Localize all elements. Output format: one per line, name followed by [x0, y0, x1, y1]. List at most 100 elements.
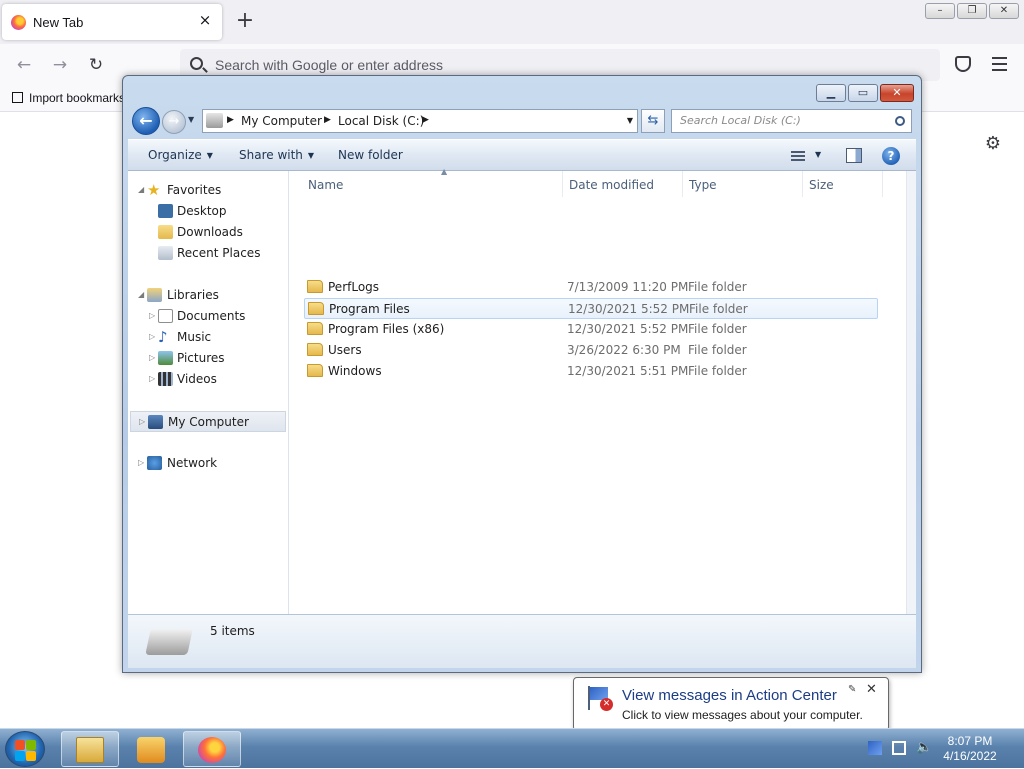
forward-button[interactable]: →: [162, 110, 186, 134]
pictures-icon: [158, 351, 173, 365]
nav-documents[interactable]: ▷ Documents: [128, 306, 288, 327]
sort-ascending-icon: ▲: [441, 167, 448, 176]
volume-icon[interactable]: 🔈: [916, 741, 932, 755]
videos-icon: [158, 372, 173, 386]
forward-arrow-icon[interactable]: →: [48, 53, 72, 77]
pin-icon[interactable]: ✎: [848, 684, 856, 695]
music-note-icon: ♪: [158, 328, 168, 346]
nav-music[interactable]: ▷ ♪ Music: [128, 327, 288, 348]
column-header-type[interactable]: Type: [683, 171, 803, 197]
explorer-window: ▁ ▭ ✕ ← → ▼ ▶ My Computer ▶ Local Disk (…: [122, 75, 922, 673]
nav-favorites[interactable]: ◢ ★ Favorites: [128, 180, 288, 201]
tab-title: New Tab: [33, 15, 84, 30]
recent-places-icon: [158, 246, 173, 260]
column-header-size[interactable]: Size: [803, 171, 883, 197]
change-view-icon[interactable]: [791, 149, 807, 163]
documents-icon: [158, 309, 173, 323]
breadcrumb-separator-icon[interactable]: ▶: [227, 115, 234, 125]
view-dropdown-icon[interactable]: ▼: [815, 150, 821, 159]
nav-pictures[interactable]: ▷ Pictures: [128, 348, 288, 369]
start-button[interactable]: [5, 731, 45, 767]
gear-icon[interactable]: ⚙: [984, 135, 1002, 153]
nav-downloads[interactable]: Downloads: [128, 222, 288, 243]
action-center-notification[interactable]: ✕ View messages in Action Center Click t…: [573, 677, 889, 731]
url-placeholder: Search with Google or enter address: [215, 57, 444, 73]
nav-desktop[interactable]: Desktop: [128, 201, 288, 222]
action-center-tray-icon[interactable]: [868, 741, 882, 755]
vertical-scrollbar[interactable]: [906, 171, 916, 614]
details-pane: 5 items: [128, 614, 916, 668]
folder-icon: [307, 343, 323, 356]
preview-pane-icon[interactable]: [846, 148, 862, 163]
clock-time: 8:07 PM: [947, 734, 993, 748]
action-center-flag-icon: ✕: [586, 686, 613, 711]
nav-network[interactable]: ▷ Network: [128, 453, 288, 474]
file-row[interactable]: PerfLogs 7/13/2009 11:20 PM File folder: [304, 277, 878, 298]
hamburger-menu-icon[interactable]: [992, 57, 1007, 71]
explorer-folder-icon: [76, 737, 104, 763]
share-with-button[interactable]: Share with ▼: [239, 148, 314, 162]
desktop-icon: [158, 204, 173, 218]
taskbar-media-player-button[interactable]: [122, 731, 180, 767]
column-header-name[interactable]: Name ▲: [302, 167, 563, 197]
notification-title[interactable]: View messages in Action Center: [622, 687, 837, 704]
file-row[interactable]: Program Files (x86) 12/30/2021 5:52 PM F…: [304, 319, 878, 340]
refresh-icon[interactable]: ⇆: [641, 109, 665, 133]
firefox-icon: [198, 737, 226, 763]
address-dropdown-icon[interactable]: ▼: [627, 116, 633, 125]
browser-close-button[interactable]: ✕: [989, 3, 1019, 19]
folder-icon: [307, 322, 323, 335]
import-bookmarks-link[interactable]: Import bookmarks...: [12, 91, 135, 105]
back-arrow-icon[interactable]: ←: [12, 53, 36, 77]
nav-recent-places[interactable]: Recent Places: [128, 243, 288, 264]
nav-libraries[interactable]: ◢ Libraries: [128, 285, 288, 306]
notification-close-icon[interactable]: ✕: [866, 682, 877, 697]
back-button[interactable]: ←: [132, 107, 160, 135]
explorer-body: ◢ ★ Favorites Desktop Downloads Recent P…: [128, 167, 916, 614]
column-header-date-modified[interactable]: Date modified: [563, 171, 683, 197]
new-folder-button[interactable]: New folder: [338, 148, 403, 162]
item-count: 5 items: [210, 624, 255, 638]
reload-icon[interactable]: ↻: [84, 53, 108, 77]
nav-my-computer[interactable]: ▷ My Computer: [130, 411, 286, 432]
organize-button[interactable]: Organize ▼: [148, 148, 213, 162]
command-bar: Organize ▼ Share with ▼ New folder ▼ ?: [128, 139, 916, 171]
clock-date: 4/16/2022: [943, 749, 997, 763]
nav-videos[interactable]: ▷ Videos: [128, 369, 288, 390]
star-icon: ★: [147, 181, 161, 199]
explorer-maximize-button[interactable]: ▭: [848, 84, 878, 102]
network-tray-icon[interactable]: [892, 741, 906, 755]
downloads-folder-icon: [158, 225, 173, 239]
new-tab-button[interactable]: +: [234, 9, 256, 33]
notification-subtitle: Click to view messages about your comput…: [622, 708, 863, 722]
file-row[interactable]: Users 3/26/2022 6:30 PM File folder: [304, 340, 878, 361]
computer-icon: [206, 113, 223, 128]
clock[interactable]: 8:07 PM 4/16/2022: [930, 734, 1010, 764]
browser-tab-bar: New Tab × + – ❐ ✕: [0, 0, 1024, 44]
file-row[interactable]: Windows 12/30/2021 5:51 PM File folder: [304, 361, 878, 382]
folder-icon: [307, 364, 323, 377]
tab-close-icon[interactable]: ×: [197, 12, 213, 28]
pocket-icon[interactable]: [955, 56, 971, 72]
browser-minimize-button[interactable]: –: [925, 3, 955, 19]
help-icon[interactable]: ?: [882, 147, 900, 165]
breadcrumb-my-computer[interactable]: My Computer: [241, 114, 322, 128]
explorer-minimize-button[interactable]: ▁: [816, 84, 846, 102]
explorer-close-button[interactable]: ✕: [880, 84, 914, 102]
address-bar[interactable]: ▶ My Computer ▶ Local Disk (C:) ▶ ▼: [202, 109, 638, 133]
browser-restore-button[interactable]: ❐: [957, 3, 987, 19]
folder-icon: [307, 280, 323, 293]
browser-tab-new-tab[interactable]: New Tab ×: [2, 4, 222, 40]
taskbar-explorer-button[interactable]: [61, 731, 119, 767]
breadcrumb-separator-icon[interactable]: ▶: [422, 115, 429, 125]
search-icon: [895, 116, 905, 126]
breadcrumb-separator-icon[interactable]: ▶: [324, 115, 331, 125]
history-dropdown-icon[interactable]: ▼: [188, 115, 194, 124]
breadcrumb-local-disk[interactable]: Local Disk (C:): [338, 114, 424, 128]
firefox-favicon-icon: [11, 15, 26, 30]
search-input[interactable]: Search Local Disk (C:): [671, 109, 912, 133]
file-list: Name ▲ Date modified Type Size PerfLogs 7…: [290, 167, 916, 614]
media-player-icon: [137, 737, 165, 763]
file-row[interactable]: Program Files 12/30/2021 5:52 PM File fo…: [304, 298, 878, 319]
taskbar-firefox-button[interactable]: [183, 731, 241, 767]
